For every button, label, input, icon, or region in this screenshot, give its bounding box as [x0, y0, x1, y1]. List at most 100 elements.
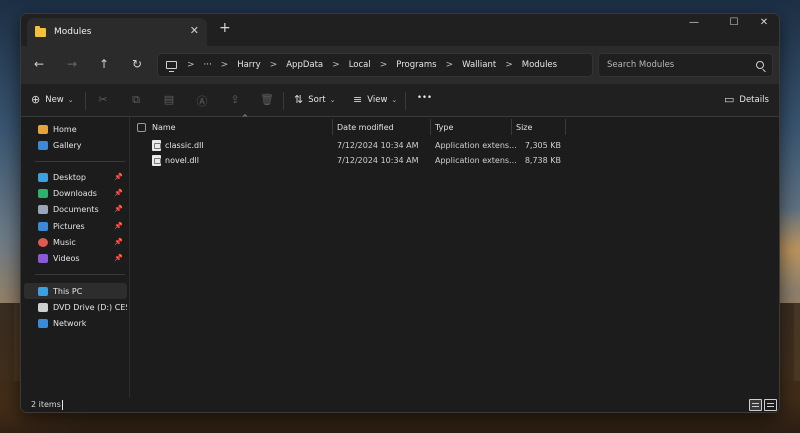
videos-icon [38, 253, 48, 263]
chevron-right-icon: > [332, 60, 340, 70]
dll-file-icon [152, 140, 161, 151]
breadcrumb-overflow[interactable]: ··· [204, 60, 212, 70]
back-button[interactable]: ← [29, 57, 49, 71]
sidebar-item-this-pc[interactable]: This PC [24, 283, 127, 299]
file-type: Application extens... [435, 141, 517, 150]
new-tab-button[interactable]: + [219, 20, 231, 36]
file-type: Application extens... [435, 156, 517, 165]
column-header-date[interactable]: Date modified [337, 117, 394, 137]
text-cursor [62, 400, 63, 410]
breadcrumb-programs[interactable]: Programs [396, 60, 436, 70]
cut-icon[interactable]: ✂ [96, 93, 110, 107]
breadcrumb-walliant[interactable]: Walliant [462, 60, 496, 70]
up-button[interactable]: ↑ [94, 57, 114, 71]
large-icons-view-button[interactable] [764, 399, 777, 411]
address-bar[interactable]: > ··· > Harry > AppData > Local > Progra… [157, 53, 593, 77]
sidebar-divider [35, 161, 125, 162]
sidebar-item-downloads[interactable]: Downloads 📌 [24, 185, 127, 201]
file-explorer-window: Modules ✕ + — ☐ ✕ ← → ↑ ↻ > ··· > Harry … [20, 13, 780, 413]
sidebar-item-label: This PC [53, 286, 83, 296]
column-header-name[interactable]: Name [152, 117, 176, 137]
sidebar-item-label: Documents [53, 204, 99, 214]
breadcrumb-local[interactable]: Local [349, 60, 371, 70]
breadcrumb-modules[interactable]: Modules [522, 60, 557, 70]
sidebar-item-gallery[interactable]: Gallery [24, 137, 127, 153]
sidebar-item-home[interactable]: Home [24, 121, 127, 137]
select-all-checkbox[interactable] [137, 123, 146, 132]
new-button[interactable]: ⊕ New ⌄ [31, 93, 74, 106]
this-pc-icon [166, 61, 177, 72]
chevron-right-icon: > [187, 60, 195, 70]
this-pc-icon [38, 286, 48, 296]
view-button[interactable]: ≡ View ⌄ [353, 93, 397, 106]
delete-icon[interactable]: 🗑 [260, 93, 274, 107]
more-options-button[interactable]: ••• [417, 93, 432, 103]
details-view-button[interactable] [749, 399, 762, 411]
sidebar-item-label: Downloads [53, 188, 97, 198]
tab-modules[interactable]: Modules ✕ [27, 18, 207, 46]
tab-close-button[interactable]: ✕ [190, 24, 199, 37]
sidebar-item-label: Pictures [53, 221, 85, 231]
column-resize-handle[interactable] [511, 119, 512, 135]
pin-icon[interactable]: 📌 [114, 254, 123, 262]
sidebar-item-music[interactable]: Music 📌 [24, 234, 127, 250]
search-box[interactable] [598, 53, 773, 77]
column-header-size[interactable]: Size [516, 117, 532, 137]
breadcrumb-harry[interactable]: Harry [237, 60, 260, 70]
file-name: classic.dll [165, 141, 204, 150]
column-resize-handle[interactable] [430, 119, 431, 135]
sidebar-item-label: Network [53, 318, 87, 328]
copy-icon[interactable]: ⧉ [129, 93, 143, 107]
documents-icon [38, 204, 48, 214]
view-icon: ≡ [353, 93, 363, 106]
more-icon: ••• [417, 93, 433, 103]
sidebar-item-desktop[interactable]: Desktop 📌 [24, 169, 127, 185]
pin-icon[interactable]: 📌 [114, 238, 123, 246]
pin-icon[interactable]: 📌 [114, 189, 123, 197]
plus-circle-icon: ⊕ [31, 93, 41, 106]
table-row[interactable]: novel.dll 7/12/2024 10:34 AM Application… [130, 154, 561, 168]
sidebar-item-label: Home [53, 124, 77, 134]
pin-icon[interactable]: 📌 [114, 222, 123, 230]
details-pane-button[interactable]: ▭ Details [724, 93, 769, 106]
search-icon [756, 61, 764, 69]
dvd-drive-icon [38, 302, 48, 312]
minimize-button[interactable]: — [679, 17, 709, 28]
refresh-button[interactable]: ↻ [127, 57, 147, 71]
chevron-right-icon: > [379, 60, 388, 70]
pin-icon[interactable]: 📌 [114, 205, 123, 213]
forward-button[interactable]: → [62, 57, 82, 71]
maximize-button[interactable]: ☐ [719, 17, 749, 28]
column-header-type[interactable]: Type [435, 117, 453, 137]
paste-icon[interactable]: ▤ [162, 93, 176, 107]
sort-button[interactable]: ⇅ Sort ⌄ [294, 93, 336, 106]
file-size: 8,738 KB [524, 156, 561, 165]
chevron-down-icon: ⌄ [391, 95, 398, 104]
chevron-right-icon: > [445, 60, 454, 70]
command-bar: ⊕ New ⌄ ✂ ⧉ ▤ Ⓐ ⇪ 🗑 ⇅ Sort ⌄ ≡ View ⌄ ••… [21, 84, 779, 117]
share-icon[interactable]: ⇪ [228, 93, 242, 107]
file-size: 7,305 KB [524, 141, 561, 150]
sidebar-item-network[interactable]: Network [24, 315, 127, 331]
rename-icon[interactable]: Ⓐ [195, 93, 209, 108]
breadcrumb-appdata[interactable]: AppData [286, 60, 323, 70]
column-resize-handle[interactable] [565, 119, 566, 135]
details-pane-icon: ▭ [724, 93, 735, 106]
home-icon [38, 124, 48, 134]
sidebar-item-pictures[interactable]: Pictures 📌 [24, 218, 127, 234]
sidebar-item-dvd-drive[interactable]: DVD Drive (D:) CES_X [24, 299, 127, 315]
close-window-button[interactable]: ✕ [749, 17, 779, 28]
file-list: ^ Name Date modified Type Size classic.d… [130, 114, 779, 397]
pin-icon[interactable]: 📌 [114, 173, 123, 181]
title-bar: Modules ✕ + — ☐ ✕ [21, 14, 779, 46]
sidebar-item-documents[interactable]: Documents 📌 [24, 201, 127, 217]
column-resize-handle[interactable] [332, 119, 333, 135]
chevron-right-icon: > [220, 60, 229, 70]
table-row[interactable]: classic.dll 7/12/2024 10:34 AM Applicati… [130, 139, 561, 153]
search-input[interactable] [607, 60, 747, 70]
chevron-right-icon: > [269, 60, 278, 70]
gallery-icon [38, 140, 48, 150]
new-label: New [45, 94, 64, 105]
status-bar: 2 items [21, 397, 779, 412]
sidebar-item-videos[interactable]: Videos 📌 [24, 250, 127, 266]
